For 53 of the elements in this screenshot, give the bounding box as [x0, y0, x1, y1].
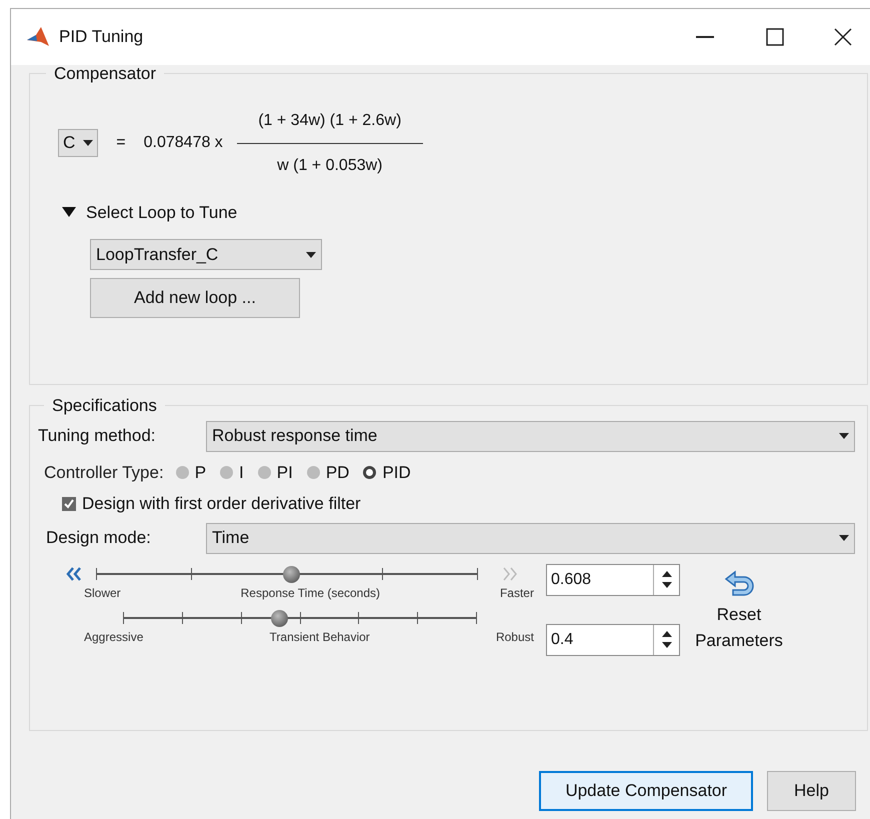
slider-track[interactable] — [96, 564, 478, 584]
loop-dropdown[interactable]: LoopTransfer_C — [90, 239, 322, 270]
slider-label: Faster — [500, 584, 534, 602]
denominator-text: w (1 + 0.053w) — [277, 156, 382, 176]
expanded-triangle-icon[interactable] — [62, 207, 76, 218]
caret-icon — [83, 140, 94, 146]
radio-icon[interactable] — [220, 466, 234, 479]
slider-label: Aggressive — [84, 628, 144, 646]
reset-parameters-button[interactable]: Reset Parameters — [692, 564, 786, 656]
tuning-method-dropdown[interactable]: Robust response time — [206, 420, 855, 452]
radio-icon[interactable] — [258, 466, 271, 479]
checkbox-icon[interactable] — [62, 496, 76, 511]
derivative-filter-checkbox[interactable]: Design with first order derivative filter — [62, 491, 859, 516]
radio-option[interactable]: PID — [363, 460, 411, 485]
radio-option[interactable]: I — [220, 460, 244, 485]
number-field[interactable]: 0.608 — [546, 564, 680, 596]
app-logo-icon — [27, 27, 49, 47]
update-button[interactable]: Update Compensator — [539, 771, 754, 811]
field-label: Design mode: — [46, 527, 152, 550]
panel-title: Compensator — [53, 63, 158, 85]
slider-label: Slower — [84, 584, 121, 602]
slider-label: Robust — [496, 628, 534, 646]
caret-icon — [306, 252, 316, 258]
radio-icon[interactable] — [176, 466, 189, 479]
numerator-text: (1 + 34w) (1 + 2.6w) — [258, 110, 402, 130]
slider-thumb[interactable] — [270, 610, 288, 626]
gain-text: 0.078478 x — [144, 133, 223, 153]
slider-label: Response Time (seconds) — [240, 584, 380, 602]
slider-label: Transient Behavior — [270, 628, 370, 646]
equals-sign: = — [116, 133, 126, 153]
number-field[interactable]: 0.4 — [546, 624, 680, 656]
maximize-icon[interactable] — [766, 28, 784, 46]
slider-thumb[interactable] — [282, 566, 300, 582]
radio-option[interactable]: PD — [306, 460, 350, 485]
panel-title: Specifications — [51, 395, 158, 417]
variable-dropdown[interactable]: C — [58, 129, 98, 157]
caret-icon — [839, 433, 849, 439]
radio-option[interactable]: PI — [258, 460, 293, 485]
section-title: Select Loop to Tune — [86, 202, 238, 224]
field-label: Tuning method: — [38, 425, 156, 448]
close-icon[interactable] — [834, 28, 852, 46]
design-mode-dropdown[interactable]: Time — [206, 522, 855, 554]
undo-arrow-icon — [723, 570, 755, 596]
double-chevron-left-icon[interactable] — [66, 566, 82, 580]
field-label: Controller Type: — [44, 462, 164, 484]
radio-option[interactable]: P — [176, 460, 206, 485]
add-loop-button[interactable]: Add new loop ... — [90, 278, 300, 318]
help-button[interactable]: Help — [767, 771, 856, 811]
caret-icon — [839, 535, 849, 541]
window-title: PID Tuning — [59, 26, 144, 48]
radio-icon[interactable] — [363, 466, 376, 479]
slider-track[interactable] — [123, 608, 477, 628]
radio-icon[interactable] — [306, 466, 320, 479]
